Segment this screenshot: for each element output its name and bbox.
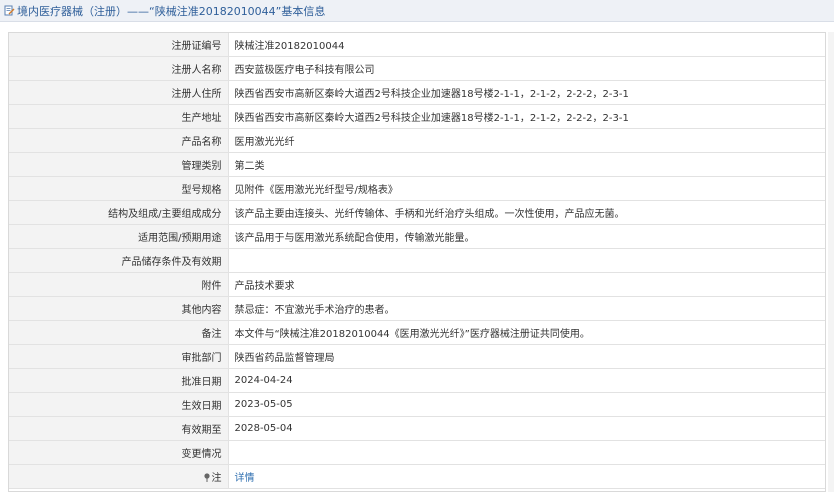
table-row: 生效日期 2023-05-05	[9, 392, 825, 417]
field-label: 注册人住所	[9, 80, 229, 105]
info-panel: 注册证编号 陕械注准20182010044 注册人名称 西安蓝极医疗电子科技有限公司注…	[8, 32, 826, 492]
table-row: 结构及组成/主要组成成分 该产品主要由连接头、光纤传输体、手柄和光纤治疗头组成。一…	[9, 200, 825, 225]
field-label: 附件	[9, 272, 229, 297]
field-value: 陕械注准20182010044	[228, 33, 825, 57]
table-row: 注册证编号 陕械注准20182010044	[9, 33, 825, 57]
field-value: 2023-05-05	[228, 392, 825, 417]
table-row: 审批部门 陕西省药品监督管理局	[9, 344, 825, 369]
field-value: 2024-04-24	[228, 368, 825, 393]
field-label: 注册证编号	[9, 33, 229, 57]
field-label: 生产地址	[9, 104, 229, 129]
page-title: 境内医疗器械（注册）——“陕械注准20182010044”基本信息	[17, 4, 326, 18]
field-label: 产品储存条件及有效期	[9, 248, 229, 273]
table-row: 附件 产品技术要求	[9, 272, 825, 297]
field-value	[228, 248, 825, 273]
field-label: 备注	[9, 320, 229, 345]
info-table: 注册证编号 陕械注准20182010044 注册人名称 西安蓝极医疗电子科技有限公司注…	[9, 33, 825, 489]
field-label: 生效日期	[9, 392, 229, 417]
field-value: 本文件与“陕械注准20182010044《医用激光光纤》”医疗器械注册证共同使用…	[228, 320, 825, 345]
title-bar: 境内医疗器械（注册）——“陕械注准20182010044”基本信息	[0, 0, 834, 22]
field-value: 第二类	[228, 152, 825, 177]
field-label: 适用范围/预期用途	[9, 224, 229, 249]
pin-icon	[203, 473, 210, 482]
field-value: 陕西省西安市高新区秦岭大道西2号科技企业加速器18号楼2-1-1，2-1-2，2…	[228, 80, 825, 105]
table-row: 生产地址 陕西省西安市高新区秦岭大道西2号科技企业加速器18号楼2-1-1，2-1…	[9, 104, 825, 129]
table-row: 备注 本文件与“陕械注准20182010044《医用激光光纤》”医疗器械注册证共同…	[9, 320, 825, 345]
table-row-note: 注 详情	[9, 464, 825, 489]
field-label: 管理类别	[9, 152, 229, 177]
note-value-cell: 详情	[228, 464, 825, 489]
table-row: 管理类别 第二类	[9, 152, 825, 177]
table-row: 型号规格 见附件《医用激光光纤型号/规格表》	[9, 176, 825, 201]
field-value: 该产品用于与医用激光系统配合使用，传输激光能量。	[228, 224, 825, 249]
field-label: 产品名称	[9, 128, 229, 153]
table-row: 批准日期 2024-04-24	[9, 368, 825, 393]
field-value: 医用激光光纤	[228, 128, 825, 153]
field-label: 型号规格	[9, 176, 229, 201]
field-value: 2028-05-04	[228, 416, 825, 441]
field-value: 陕西省药品监督管理局	[228, 344, 825, 369]
field-label: 其他内容	[9, 296, 229, 321]
field-label: 结构及组成/主要组成成分	[9, 200, 229, 225]
table-row: 变更情况	[9, 440, 825, 465]
field-label: 变更情况	[9, 440, 229, 465]
details-link[interactable]: 详情	[235, 473, 255, 484]
field-value	[228, 440, 825, 465]
field-value: 禁忌症：不宜激光手术治疗的患者。	[228, 296, 825, 321]
table-row: 注册人名称 西安蓝极医疗电子科技有限公司	[9, 56, 825, 81]
field-value: 见附件《医用激光光纤型号/规格表》	[228, 176, 825, 201]
field-value: 陕西省西安市高新区秦岭大道西2号科技企业加速器18号楼2-1-1，2-1-2，2…	[228, 104, 825, 129]
field-value: 该产品主要由连接头、光纤传输体、手柄和光纤治疗头组成。一次性使用，产品应无菌。	[228, 200, 825, 225]
field-value: 西安蓝极医疗电子科技有限公司	[228, 56, 825, 81]
table-row: 有效期至 2028-05-04	[9, 416, 825, 441]
table-row: 产品储存条件及有效期	[9, 248, 825, 273]
field-label: 审批部门	[9, 344, 229, 369]
field-label: 注册人名称	[9, 56, 229, 81]
field-label: 有效期至	[9, 416, 229, 441]
document-edit-icon	[4, 5, 15, 16]
note-label-cell: 注	[9, 464, 229, 489]
field-label: 批准日期	[9, 368, 229, 393]
note-label: 注	[211, 473, 222, 484]
table-row: 产品名称 医用激光光纤	[9, 128, 825, 153]
scrollbar[interactable]	[828, 32, 834, 492]
field-value: 产品技术要求	[228, 272, 825, 297]
table-row: 适用范围/预期用途 该产品用于与医用激光系统配合使用，传输激光能量。	[9, 224, 825, 249]
table-row: 其他内容 禁忌症：不宜激光手术治疗的患者。	[9, 296, 825, 321]
table-row: 注册人住所 陕西省西安市高新区秦岭大道西2号科技企业加速器18号楼2-1-1，2-…	[9, 80, 825, 105]
